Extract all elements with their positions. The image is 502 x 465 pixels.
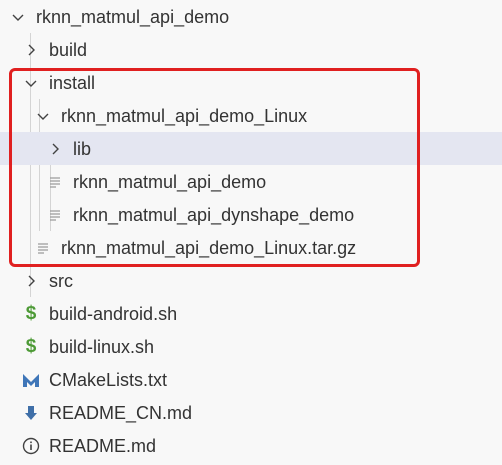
dollar-icon: $ bbox=[25, 335, 37, 357]
tree-item-linux-folder[interactable]: rknn_matmul_api_demo_Linux bbox=[0, 99, 502, 132]
tree-item-root-folder[interactable]: rknn_matmul_api_demo bbox=[0, 0, 502, 33]
tree-item-label: CMakeLists.txt bbox=[49, 369, 168, 390]
file-explorer: rknn_matmul_api_demo build install rknn_… bbox=[0, 0, 502, 465]
chevron-right-icon bbox=[45, 139, 65, 159]
tree-item-label: rknn_matmul_api_demo_Linux.tar.gz bbox=[61, 237, 357, 258]
arrow-down-icon bbox=[21, 403, 41, 423]
cmake-m-icon bbox=[21, 370, 41, 390]
chevron-down-icon bbox=[33, 106, 53, 126]
chevron-right-icon bbox=[21, 271, 41, 291]
tree-item-label: src bbox=[49, 270, 73, 291]
tree-item-src-folder[interactable]: src bbox=[0, 264, 502, 297]
dollar-icon: $ bbox=[25, 302, 37, 324]
tree-item-cmakelists-file[interactable]: CMakeLists.txt bbox=[0, 363, 502, 396]
tree-item-label: rknn_matmul_api_demo_Linux bbox=[61, 105, 308, 126]
chevron-down-icon bbox=[21, 73, 41, 93]
tree-item-label: rknn_matmul_api_dynshape_demo bbox=[73, 204, 355, 225]
tree-item-dynshape-file[interactable]: rknn_matmul_api_dynshape_demo bbox=[0, 198, 502, 231]
tree-item-readme-cn-file[interactable]: README_CN.md bbox=[0, 396, 502, 429]
tree-item-demo-file[interactable]: rknn_matmul_api_demo bbox=[0, 165, 502, 198]
tree-item-label: rknn_matmul_api_demo bbox=[36, 6, 230, 27]
tree-item-label: build-android.sh bbox=[49, 303, 178, 324]
tree-item-label: README_CN.md bbox=[49, 402, 193, 423]
tree-item-build-folder[interactable]: build bbox=[0, 33, 502, 66]
tree-item-tarball-file[interactable]: rknn_matmul_api_demo_Linux.tar.gz bbox=[0, 231, 502, 264]
chevron-down-icon bbox=[8, 7, 28, 27]
tree-item-lib-folder[interactable]: lib bbox=[0, 132, 502, 165]
tree-item-build-android-file[interactable]: $ build-android.sh bbox=[0, 297, 502, 330]
tree-item-label: rknn_matmul_api_demo bbox=[73, 171, 267, 192]
tree-item-install-folder[interactable]: install bbox=[0, 66, 502, 99]
tree-item-label: lib bbox=[73, 138, 92, 159]
tree-item-label: build-linux.sh bbox=[49, 336, 155, 357]
tree-item-label: README.md bbox=[49, 435, 157, 456]
file-lines-icon bbox=[45, 172, 65, 192]
file-lines-icon bbox=[45, 205, 65, 225]
tree-item-readme-file[interactable]: README.md bbox=[0, 429, 502, 462]
chevron-right-icon bbox=[21, 40, 41, 60]
tree-item-label: install bbox=[49, 72, 96, 93]
info-icon bbox=[21, 436, 41, 456]
tree-item-build-linux-file[interactable]: $ build-linux.sh bbox=[0, 330, 502, 363]
file-lines-icon bbox=[33, 238, 53, 258]
tree-item-label: build bbox=[49, 39, 88, 60]
